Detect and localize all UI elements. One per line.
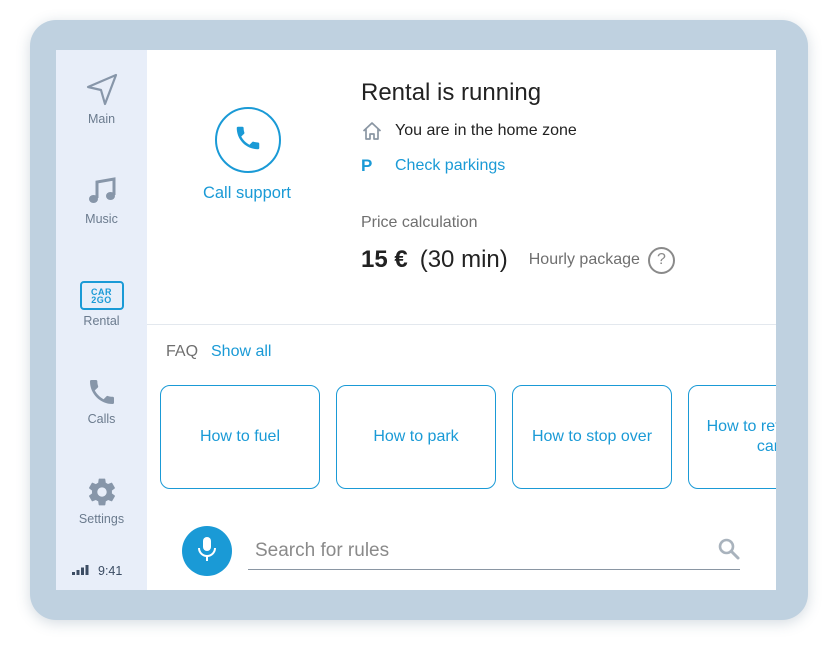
call-support-label[interactable]: Call support	[187, 184, 307, 203]
search-input[interactable]	[248, 532, 740, 570]
car2go-logo-text: CAR2GO	[91, 286, 112, 305]
sidebar-item-label: Settings	[78, 512, 125, 526]
faq-label: FAQ	[166, 343, 199, 360]
price-calculation-label: Price calculation	[361, 214, 478, 231]
check-parkings-link[interactable]: P Check parkings	[361, 156, 505, 176]
faq-card-stop-over[interactable]: How to stop over	[512, 385, 672, 489]
package-label: Hourly package	[528, 251, 640, 268]
price-amount: 15 €	[361, 246, 408, 273]
faq-card-park[interactable]: How to park	[336, 385, 496, 489]
sidebar-item-rental[interactable]: CAR2GO Rental	[56, 270, 147, 328]
sidebar-item-label: Rental	[83, 314, 120, 328]
sidebar-item-settings[interactable]: Settings	[56, 468, 147, 526]
device-frame: Main Music CAR2GO Rental Calls Settings …	[30, 20, 808, 620]
sidebar-item-main[interactable]: Main	[56, 68, 147, 126]
status-bar: 9:41	[72, 564, 122, 578]
signal-icon	[72, 564, 89, 578]
sidebar-item-music[interactable]: Music	[56, 168, 147, 226]
price-duration: (30 min)	[419, 246, 508, 273]
sidebar-item-label: Calls	[87, 412, 116, 426]
sidebar-item-label: Music	[85, 212, 118, 226]
car2go-logo-icon: CAR2GO	[79, 270, 124, 310]
music-note-icon	[86, 168, 118, 208]
faq-card-fuel[interactable]: How to fuel	[160, 385, 320, 489]
check-parkings-label: Check parkings	[395, 157, 506, 174]
sidebar-item-label: Main	[87, 112, 116, 126]
phone-icon	[233, 123, 263, 158]
phone-icon	[86, 368, 118, 408]
divider	[147, 324, 776, 325]
parking-icon: P	[361, 156, 373, 175]
home-icon	[361, 120, 383, 142]
navigation-arrow-icon	[85, 68, 119, 108]
home-zone-text: You are in the home zone	[395, 122, 577, 139]
faq-card-return[interactable]: How to return the car	[688, 385, 776, 489]
microphone-icon	[196, 536, 218, 567]
help-icon[interactable]: ?	[647, 246, 675, 274]
home-zone-row: You are in the home zone	[361, 120, 577, 142]
gear-icon	[86, 468, 118, 508]
sidebar: Main Music CAR2GO Rental Calls Settings …	[56, 50, 147, 590]
call-support-button[interactable]	[215, 107, 281, 173]
main-content: Call support Rental is running You are i…	[147, 50, 776, 590]
sidebar-item-calls[interactable]: Calls	[56, 368, 147, 426]
status-time: 9:41	[98, 564, 123, 578]
microphone-button[interactable]	[182, 526, 232, 576]
search-icon[interactable]	[717, 537, 741, 566]
screen: Main Music CAR2GO Rental Calls Settings …	[56, 50, 776, 590]
faq-show-all-link[interactable]: Show all	[211, 343, 271, 361]
price-row: 15 € (30 min) Hourly package ?	[361, 246, 675, 274]
rental-title: Rental is running	[361, 79, 542, 106]
